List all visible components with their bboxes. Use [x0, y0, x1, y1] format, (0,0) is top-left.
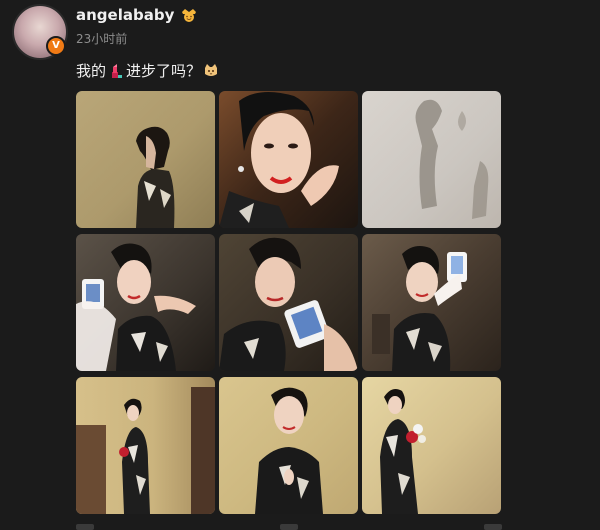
post-text-part-2: 进步了吗？: [126, 62, 202, 80]
photo-9[interactable]: [362, 377, 501, 514]
cat-face-emoji: [205, 63, 218, 76]
like-icon[interactable]: [484, 524, 502, 530]
username[interactable]: angelababy: [76, 6, 174, 24]
avatar-container[interactable]: V: [12, 4, 68, 60]
forward-icon[interactable]: [76, 524, 94, 530]
action-bar-partial: [76, 524, 502, 530]
photo-2[interactable]: [219, 91, 358, 228]
photo-1[interactable]: [76, 91, 215, 228]
username-row: angelababy: [76, 6, 198, 24]
lipstick-emoji: [112, 63, 123, 78]
photo-8[interactable]: [219, 377, 358, 514]
comment-icon[interactable]: [280, 524, 298, 530]
photo-4[interactable]: [76, 234, 215, 371]
verified-v-icon: V: [46, 36, 66, 56]
photo-5[interactable]: [219, 234, 358, 371]
photo-7[interactable]: [76, 377, 215, 514]
post-text: 我的 进步了吗？: [76, 60, 219, 81]
timestamp[interactable]: 23小时前: [76, 30, 127, 47]
photo-3[interactable]: [362, 91, 501, 228]
photo-grid: [76, 91, 502, 516]
smiling-crown-face-icon: [182, 9, 197, 22]
photo-6[interactable]: [362, 234, 501, 371]
post-text-part-1: 我的: [76, 62, 107, 80]
